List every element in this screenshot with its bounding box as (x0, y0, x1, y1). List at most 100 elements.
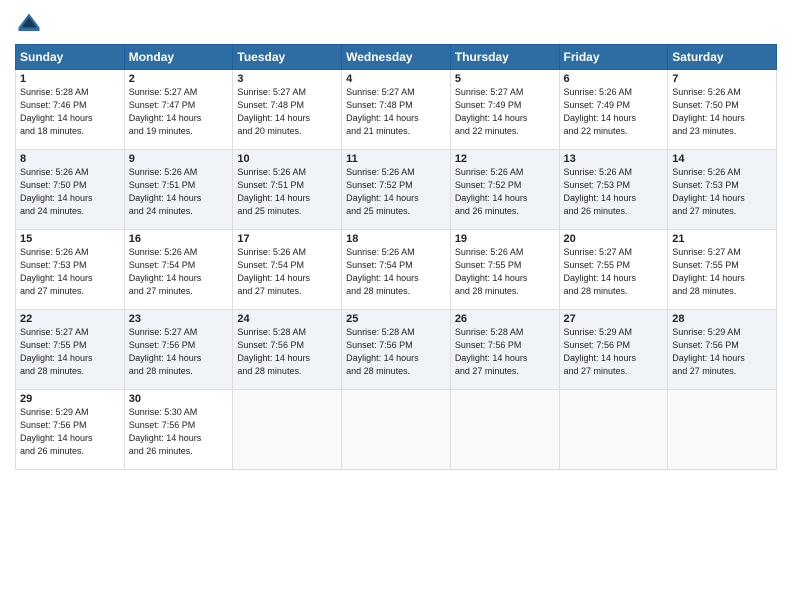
calendar-cell: 9Sunrise: 5:26 AM Sunset: 7:51 PM Daylig… (124, 150, 233, 230)
day-number: 30 (129, 393, 229, 405)
day-info: Sunrise: 5:26 AM Sunset: 7:53 PM Dayligh… (672, 166, 772, 218)
day-info: Sunrise: 5:27 AM Sunset: 7:55 PM Dayligh… (564, 246, 664, 298)
day-number: 7 (672, 73, 772, 85)
day-info: Sunrise: 5:29 AM Sunset: 7:56 PM Dayligh… (672, 326, 772, 378)
day-info: Sunrise: 5:27 AM Sunset: 7:49 PM Dayligh… (455, 86, 555, 138)
day-info: Sunrise: 5:28 AM Sunset: 7:56 PM Dayligh… (346, 326, 446, 378)
day-info: Sunrise: 5:26 AM Sunset: 7:50 PM Dayligh… (672, 86, 772, 138)
day-info: Sunrise: 5:27 AM Sunset: 7:47 PM Dayligh… (129, 86, 229, 138)
calendar-cell: 11Sunrise: 5:26 AM Sunset: 7:52 PM Dayli… (342, 150, 451, 230)
logo (15, 10, 47, 38)
day-number: 9 (129, 153, 229, 165)
calendar-cell: 30Sunrise: 5:30 AM Sunset: 7:56 PM Dayli… (124, 390, 233, 470)
day-number: 24 (237, 313, 337, 325)
day-number: 11 (346, 153, 446, 165)
day-number: 20 (564, 233, 664, 245)
calendar-cell (668, 390, 777, 470)
calendar-cell: 21Sunrise: 5:27 AM Sunset: 7:55 PM Dayli… (668, 230, 777, 310)
calendar-cell: 1Sunrise: 5:28 AM Sunset: 7:46 PM Daylig… (16, 70, 125, 150)
day-number: 29 (20, 393, 120, 405)
calendar-cell: 20Sunrise: 5:27 AM Sunset: 7:55 PM Dayli… (559, 230, 668, 310)
day-info: Sunrise: 5:27 AM Sunset: 7:48 PM Dayligh… (237, 86, 337, 138)
day-info: Sunrise: 5:27 AM Sunset: 7:55 PM Dayligh… (672, 246, 772, 298)
calendar-cell: 2Sunrise: 5:27 AM Sunset: 7:47 PM Daylig… (124, 70, 233, 150)
day-number: 15 (20, 233, 120, 245)
day-number: 19 (455, 233, 555, 245)
day-number: 1 (20, 73, 120, 85)
calendar-cell: 24Sunrise: 5:28 AM Sunset: 7:56 PM Dayli… (233, 310, 342, 390)
day-number: 23 (129, 313, 229, 325)
calendar-cell: 12Sunrise: 5:26 AM Sunset: 7:52 PM Dayli… (450, 150, 559, 230)
day-info: Sunrise: 5:26 AM Sunset: 7:51 PM Dayligh… (129, 166, 229, 218)
calendar-cell: 17Sunrise: 5:26 AM Sunset: 7:54 PM Dayli… (233, 230, 342, 310)
day-info: Sunrise: 5:26 AM Sunset: 7:54 PM Dayligh… (346, 246, 446, 298)
day-number: 16 (129, 233, 229, 245)
calendar-cell: 28Sunrise: 5:29 AM Sunset: 7:56 PM Dayli… (668, 310, 777, 390)
day-number: 21 (672, 233, 772, 245)
week-row-2: 8Sunrise: 5:26 AM Sunset: 7:50 PM Daylig… (16, 150, 777, 230)
day-number: 27 (564, 313, 664, 325)
day-number: 8 (20, 153, 120, 165)
calendar-cell (342, 390, 451, 470)
day-info: Sunrise: 5:26 AM Sunset: 7:49 PM Dayligh… (564, 86, 664, 138)
day-number: 26 (455, 313, 555, 325)
calendar-cell: 5Sunrise: 5:27 AM Sunset: 7:49 PM Daylig… (450, 70, 559, 150)
weekday-header-tuesday: Tuesday (233, 45, 342, 70)
calendar-cell: 16Sunrise: 5:26 AM Sunset: 7:54 PM Dayli… (124, 230, 233, 310)
day-info: Sunrise: 5:27 AM Sunset: 7:56 PM Dayligh… (129, 326, 229, 378)
calendar-cell: 6Sunrise: 5:26 AM Sunset: 7:49 PM Daylig… (559, 70, 668, 150)
day-info: Sunrise: 5:26 AM Sunset: 7:51 PM Dayligh… (237, 166, 337, 218)
calendar-cell: 19Sunrise: 5:26 AM Sunset: 7:55 PM Dayli… (450, 230, 559, 310)
day-number: 4 (346, 73, 446, 85)
page: SundayMondayTuesdayWednesdayThursdayFrid… (0, 0, 792, 612)
logo-icon (15, 10, 43, 38)
day-info: Sunrise: 5:26 AM Sunset: 7:53 PM Dayligh… (20, 246, 120, 298)
day-number: 6 (564, 73, 664, 85)
calendar-cell: 27Sunrise: 5:29 AM Sunset: 7:56 PM Dayli… (559, 310, 668, 390)
day-info: Sunrise: 5:29 AM Sunset: 7:56 PM Dayligh… (20, 406, 120, 458)
weekday-header-monday: Monday (124, 45, 233, 70)
calendar-cell: 25Sunrise: 5:28 AM Sunset: 7:56 PM Dayli… (342, 310, 451, 390)
calendar-cell: 26Sunrise: 5:28 AM Sunset: 7:56 PM Dayli… (450, 310, 559, 390)
week-row-3: 15Sunrise: 5:26 AM Sunset: 7:53 PM Dayli… (16, 230, 777, 310)
day-info: Sunrise: 5:29 AM Sunset: 7:56 PM Dayligh… (564, 326, 664, 378)
weekday-header-saturday: Saturday (668, 45, 777, 70)
calendar-cell: 7Sunrise: 5:26 AM Sunset: 7:50 PM Daylig… (668, 70, 777, 150)
day-info: Sunrise: 5:28 AM Sunset: 7:56 PM Dayligh… (455, 326, 555, 378)
day-number: 18 (346, 233, 446, 245)
day-info: Sunrise: 5:26 AM Sunset: 7:52 PM Dayligh… (455, 166, 555, 218)
calendar-cell: 15Sunrise: 5:26 AM Sunset: 7:53 PM Dayli… (16, 230, 125, 310)
calendar-table: SundayMondayTuesdayWednesdayThursdayFrid… (15, 44, 777, 470)
day-number: 2 (129, 73, 229, 85)
calendar-cell: 13Sunrise: 5:26 AM Sunset: 7:53 PM Dayli… (559, 150, 668, 230)
calendar-cell: 10Sunrise: 5:26 AM Sunset: 7:51 PM Dayli… (233, 150, 342, 230)
weekday-header-sunday: Sunday (16, 45, 125, 70)
day-number: 12 (455, 153, 555, 165)
day-number: 13 (564, 153, 664, 165)
week-row-4: 22Sunrise: 5:27 AM Sunset: 7:55 PM Dayli… (16, 310, 777, 390)
day-info: Sunrise: 5:26 AM Sunset: 7:53 PM Dayligh… (564, 166, 664, 218)
header (15, 10, 777, 38)
day-number: 22 (20, 313, 120, 325)
calendar-cell: 22Sunrise: 5:27 AM Sunset: 7:55 PM Dayli… (16, 310, 125, 390)
day-info: Sunrise: 5:26 AM Sunset: 7:54 PM Dayligh… (237, 246, 337, 298)
day-info: Sunrise: 5:26 AM Sunset: 7:55 PM Dayligh… (455, 246, 555, 298)
day-number: 10 (237, 153, 337, 165)
week-row-5: 29Sunrise: 5:29 AM Sunset: 7:56 PM Dayli… (16, 390, 777, 470)
calendar-cell: 18Sunrise: 5:26 AM Sunset: 7:54 PM Dayli… (342, 230, 451, 310)
calendar-cell (559, 390, 668, 470)
weekday-header-row: SundayMondayTuesdayWednesdayThursdayFrid… (16, 45, 777, 70)
day-number: 28 (672, 313, 772, 325)
day-info: Sunrise: 5:26 AM Sunset: 7:50 PM Dayligh… (20, 166, 120, 218)
calendar-cell: 4Sunrise: 5:27 AM Sunset: 7:48 PM Daylig… (342, 70, 451, 150)
day-number: 5 (455, 73, 555, 85)
day-info: Sunrise: 5:26 AM Sunset: 7:52 PM Dayligh… (346, 166, 446, 218)
weekday-header-wednesday: Wednesday (342, 45, 451, 70)
day-number: 17 (237, 233, 337, 245)
calendar-cell: 14Sunrise: 5:26 AM Sunset: 7:53 PM Dayli… (668, 150, 777, 230)
day-info: Sunrise: 5:30 AM Sunset: 7:56 PM Dayligh… (129, 406, 229, 458)
calendar-cell: 29Sunrise: 5:29 AM Sunset: 7:56 PM Dayli… (16, 390, 125, 470)
weekday-header-friday: Friday (559, 45, 668, 70)
day-info: Sunrise: 5:27 AM Sunset: 7:48 PM Dayligh… (346, 86, 446, 138)
day-info: Sunrise: 5:28 AM Sunset: 7:46 PM Dayligh… (20, 86, 120, 138)
